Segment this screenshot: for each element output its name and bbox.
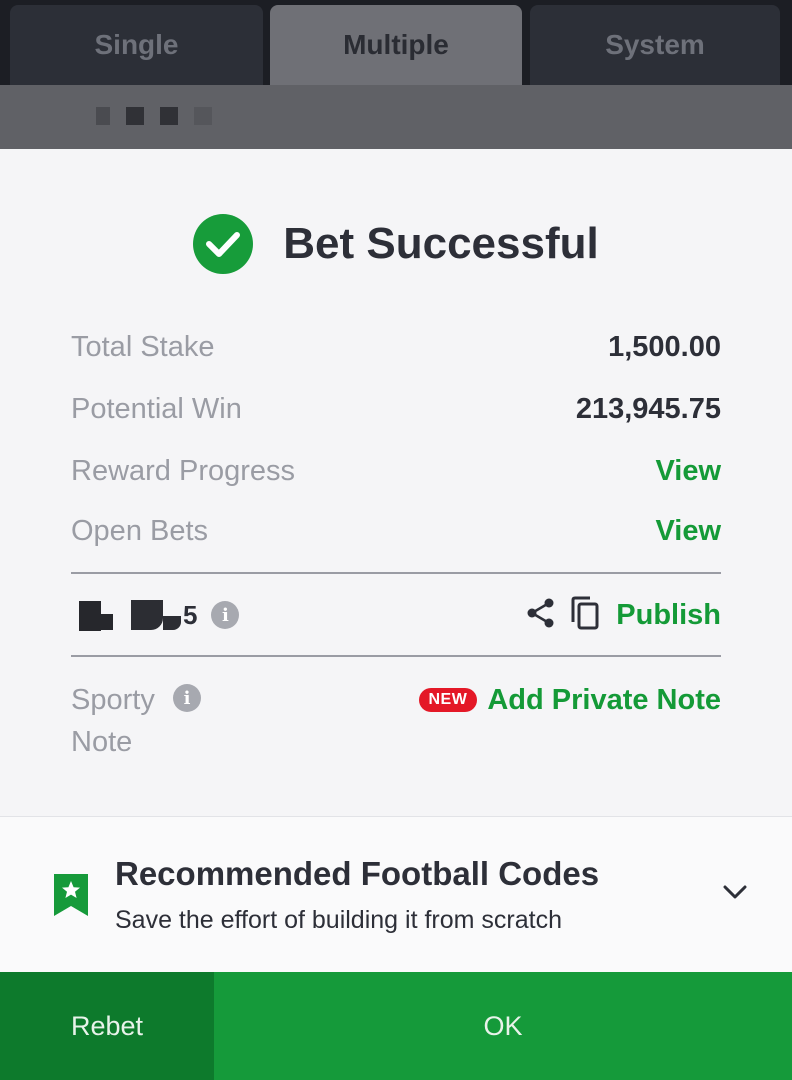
open-bets-label: Open Bets bbox=[71, 514, 209, 547]
add-private-note-link[interactable]: Add Private Note bbox=[487, 684, 721, 717]
betslip-tab-bar: Single Multiple System bbox=[0, 0, 792, 85]
new-badge: NEW bbox=[418, 688, 478, 712]
potential-win-row: Potential Win 213,945.75 bbox=[71, 389, 721, 429]
ok-button[interactable]: OK bbox=[214, 972, 792, 1080]
open-bets-row: Open Bets View bbox=[71, 511, 721, 551]
booking-code-group: 5 i bbox=[71, 599, 240, 631]
total-stake-label: Total Stake bbox=[71, 330, 215, 363]
bookmark-star-icon bbox=[52, 872, 90, 923]
add-private-note-action[interactable]: NEW Add Private Note bbox=[418, 679, 721, 721]
tab-multiple[interactable]: Multiple bbox=[270, 5, 522, 85]
rebet-button[interactable]: Rebet bbox=[0, 972, 214, 1080]
bet-success-sheet: Bet Successful Total Stake 1,500.00 Pote… bbox=[0, 149, 792, 1080]
success-title: Bet Successful bbox=[283, 219, 599, 268]
sporty-note-info-icon[interactable]: i bbox=[173, 684, 201, 712]
booking-code-actions: Publish bbox=[526, 596, 721, 635]
tab-system[interactable]: System bbox=[530, 5, 780, 85]
tab-single[interactable]: Single bbox=[10, 5, 263, 85]
booking-code-suffix: 5 bbox=[183, 599, 198, 630]
success-check-icon bbox=[193, 214, 254, 274]
potential-win-label: Potential Win bbox=[71, 392, 242, 425]
divider bbox=[71, 572, 721, 574]
divider bbox=[71, 655, 721, 657]
booking-code-redacted: 5 bbox=[71, 599, 197, 631]
reward-progress-label: Reward Progress bbox=[71, 454, 296, 487]
open-bets-view-link[interactable]: View bbox=[655, 515, 721, 548]
dimmed-background-content bbox=[0, 85, 792, 149]
publish-button[interactable]: Publish bbox=[616, 599, 721, 632]
potential-win-value: 213,945.75 bbox=[575, 392, 721, 425]
share-icon[interactable] bbox=[526, 597, 556, 634]
obscured-blocks bbox=[96, 107, 212, 125]
total-stake-row: Total Stake 1,500.00 bbox=[71, 327, 721, 367]
chevron-down-icon[interactable] bbox=[722, 883, 748, 906]
recommended-codes-panel[interactable]: Recommended Football Codes Save the effo… bbox=[0, 816, 792, 972]
booking-code-info-icon[interactable]: i bbox=[211, 601, 240, 629]
obscured-match-text bbox=[82, 85, 582, 97]
recommended-codes-subtitle: Save the effort of building it from scra… bbox=[115, 906, 562, 934]
success-header: Bet Successful bbox=[0, 214, 792, 274]
recommended-codes-title: Recommended Football Codes bbox=[115, 855, 600, 892]
reward-progress-view-link[interactable]: View bbox=[655, 455, 721, 488]
reward-progress-row: Reward Progress View bbox=[71, 451, 721, 491]
total-stake-value: 1,500.00 bbox=[608, 330, 721, 363]
copy-icon[interactable] bbox=[570, 596, 600, 635]
booking-code-row: 5 i Publish bbox=[71, 589, 721, 641]
